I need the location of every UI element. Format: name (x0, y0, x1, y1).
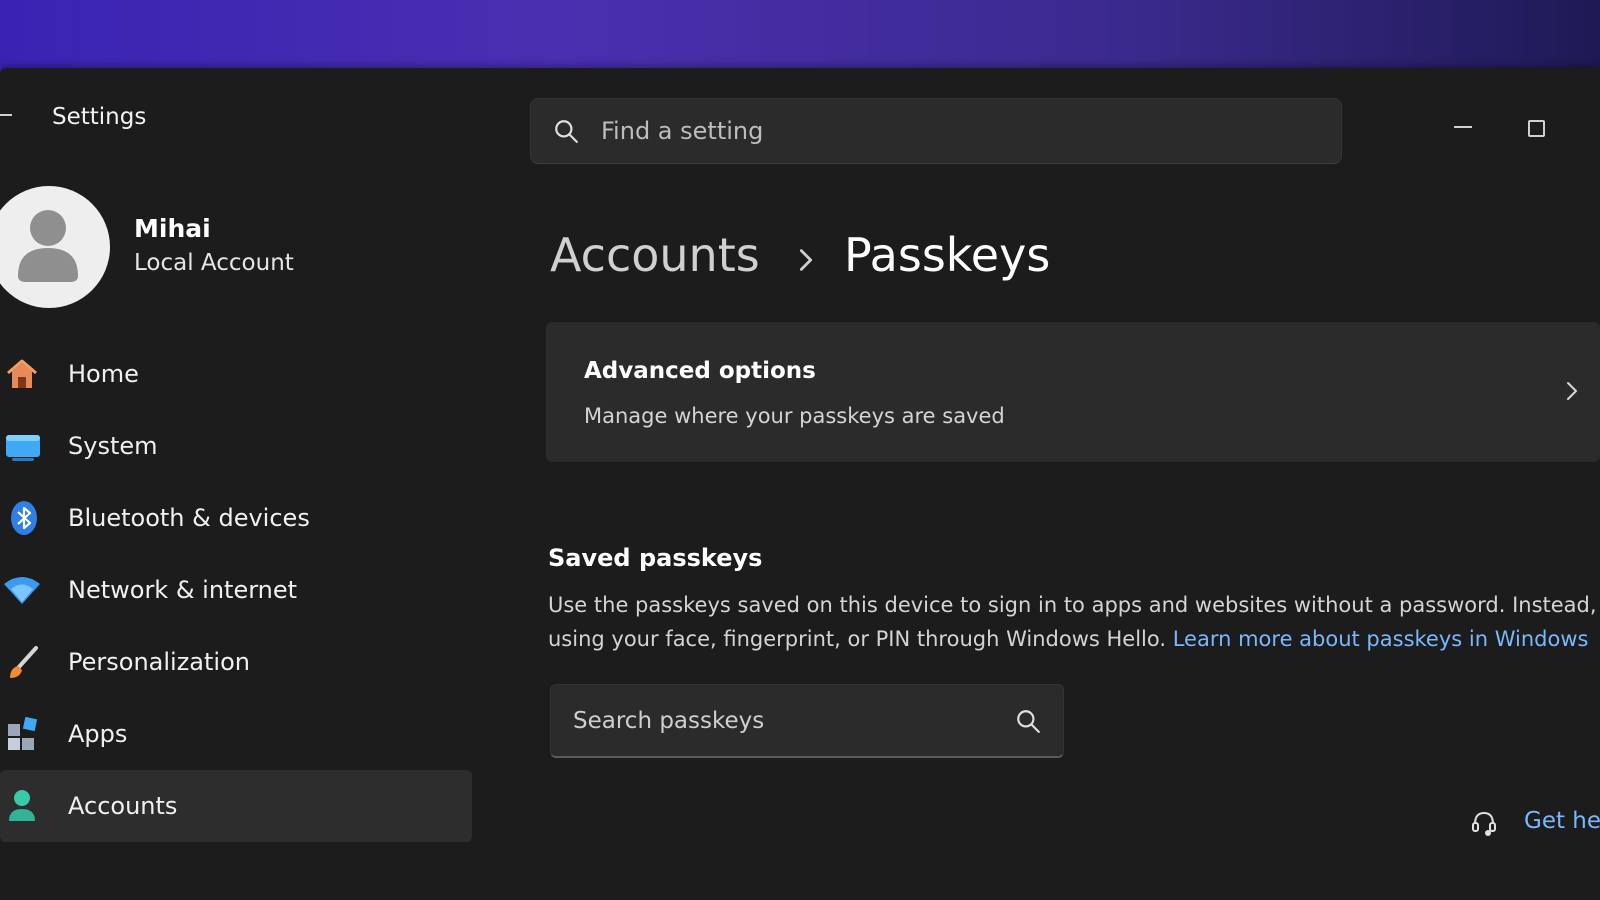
search-icon (555, 120, 578, 143)
section-title: Saved passkeys (548, 544, 763, 572)
breadcrumb-parent[interactable]: Accounts (550, 228, 760, 282)
chevron-right-icon (1567, 382, 1577, 400)
sidebar-item-label: Home (68, 360, 139, 388)
wifi-icon (2, 570, 42, 610)
passkey-search-box[interactable] (550, 684, 1064, 758)
profile-name: Mihai (134, 214, 211, 243)
card-description: Manage where your passkeys are saved (584, 404, 1005, 428)
person-icon (2, 786, 42, 826)
system-display-icon (2, 426, 42, 466)
sidebar-item-label: Bluetooth & devices (68, 504, 310, 532)
sidebar-item-home[interactable]: Home (0, 338, 480, 410)
find-setting-search[interactable] (530, 98, 1342, 164)
app-title: Settings (52, 104, 147, 130)
sidebar-item-network[interactable]: Network & internet (0, 554, 480, 626)
profile-account-type: Local Account (134, 250, 294, 276)
get-help-link[interactable]: Get help (1524, 808, 1600, 834)
description-text: using your face, fingerprint, or PIN thr… (548, 627, 1167, 651)
sidebar-item-label: Accounts (68, 792, 178, 820)
chevron-right-icon (799, 249, 813, 271)
search-icon[interactable] (1015, 708, 1041, 734)
apps-icon (2, 714, 42, 754)
sidebar-nav: Home System Bluetooth & devices Network … (0, 338, 480, 842)
advanced-options-card[interactable]: Advanced options Manage where your passk… (546, 322, 1600, 462)
sidebar-item-personalization[interactable]: Personalization (0, 626, 480, 698)
section-description: Use the passkeys saved on this device to… (548, 588, 1600, 668)
sidebar-item-accounts[interactable]: Accounts (0, 770, 472, 842)
home-icon (2, 354, 42, 394)
sidebar-item-label: Personalization (68, 648, 250, 676)
settings-window: Settings Mihai Local Account Home (0, 68, 1600, 900)
card-title: Advanced options (584, 358, 816, 384)
sidebar-item-apps[interactable]: Apps (0, 698, 480, 770)
sidebar-item-system[interactable]: System (0, 410, 480, 482)
learn-more-link[interactable]: Learn more about passkeys in Windows (1173, 627, 1589, 651)
description-line-2: using your face, fingerprint, or PIN thr… (548, 622, 1600, 656)
person-silhouette-icon (18, 210, 78, 282)
minimize-icon[interactable] (1454, 126, 1472, 128)
sidebar-item-bluetooth[interactable]: Bluetooth & devices (0, 482, 480, 554)
page-title: Passkeys (844, 228, 1051, 282)
avatar[interactable] (0, 186, 110, 308)
passkey-search-input[interactable] (573, 707, 1015, 734)
sidebar-item-label: Network & internet (68, 576, 298, 604)
help-headset-icon[interactable] (1470, 808, 1498, 838)
back-arrow-icon[interactable] (0, 114, 12, 116)
paintbrush-icon (2, 642, 42, 682)
maximize-icon[interactable] (1528, 120, 1545, 137)
sidebar-item-label: Apps (68, 720, 128, 748)
sidebar-item-label: System (68, 432, 158, 460)
bluetooth-icon (2, 498, 42, 538)
description-line: Use the passkeys saved on this device to… (548, 593, 1600, 617)
search-input[interactable] (601, 117, 1341, 145)
